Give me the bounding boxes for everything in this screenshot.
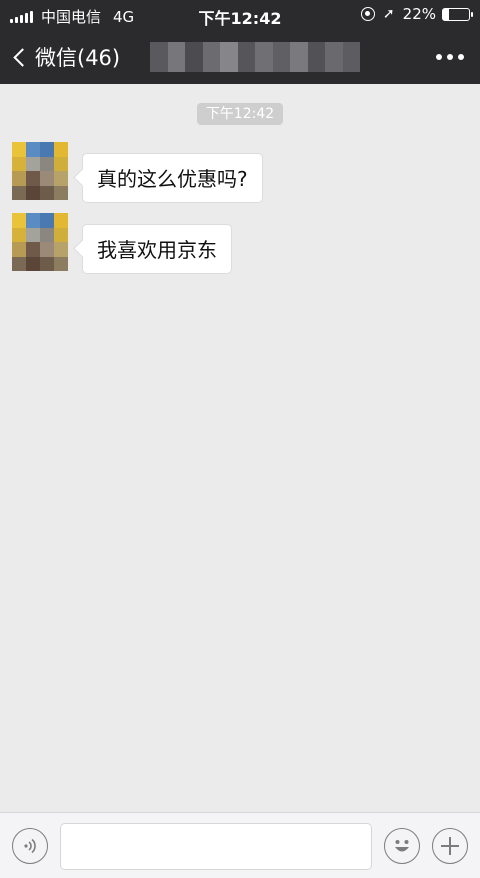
status-right: ➚ 22% [360, 5, 473, 23]
input-bar [0, 812, 480, 878]
message-input[interactable] [60, 823, 372, 870]
chevron-left-icon [13, 47, 32, 67]
orientation-lock-icon [360, 7, 375, 21]
nav-bar: 微信(46) [0, 30, 480, 84]
message-bubble[interactable]: 真的这么优惠吗? [82, 153, 263, 203]
more-actions-button[interactable] [432, 828, 468, 864]
voice-button[interactable] [12, 828, 48, 864]
plus-icon [441, 837, 459, 855]
more-dot-icon [458, 54, 464, 60]
back-label: 微信(46) [35, 46, 121, 70]
avatar[interactable] [12, 142, 68, 200]
chat-title-blurred [150, 42, 360, 72]
voice-icon [24, 838, 36, 854]
message-bubble[interactable]: 我喜欢用京东 [82, 224, 232, 274]
battery-fill [443, 8, 449, 20]
emoji-button[interactable] [384, 828, 420, 864]
more-dot-icon [436, 54, 442, 60]
more-button[interactable] [436, 30, 464, 84]
status-bar: 中国电信 4G 下午12:42 ➚ 22% [0, 0, 480, 30]
battery-icon [442, 7, 473, 21]
chat-timestamp: 下午12:42 [197, 103, 283, 125]
emoji-icon [395, 840, 409, 852]
back-button[interactable]: 微信(46) [10, 30, 120, 84]
message-row: 真的这么优惠吗? [12, 142, 263, 203]
message-row: 我喜欢用京东 [12, 213, 232, 274]
avatar[interactable] [12, 213, 68, 271]
more-dot-icon [447, 54, 453, 60]
location-arrow-icon: ➚ [382, 6, 395, 22]
battery-percent: 22% [402, 5, 436, 23]
